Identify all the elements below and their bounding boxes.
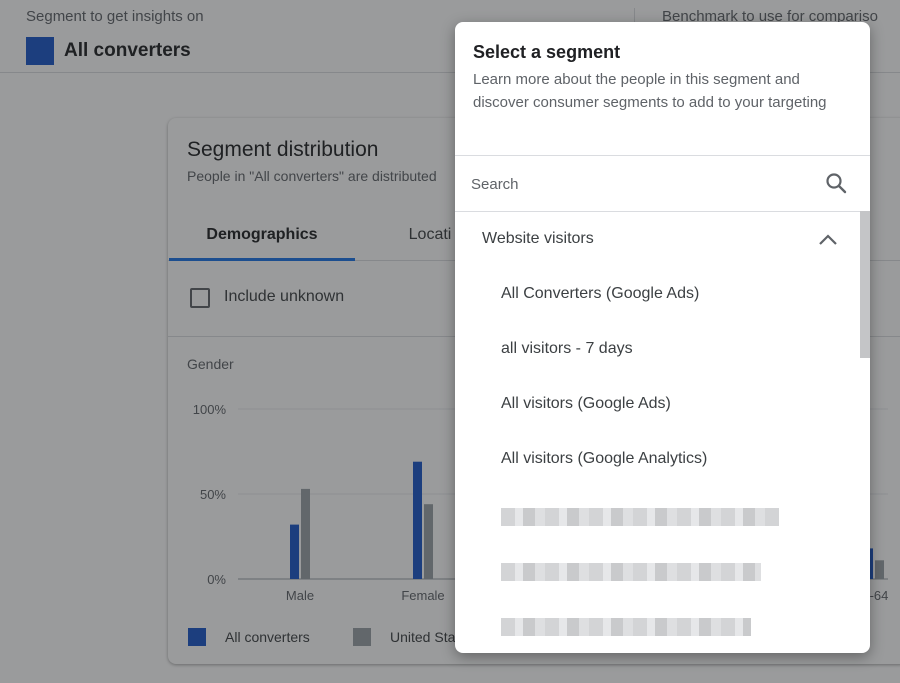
list-item[interactable]: all visitors - 7 days [455, 322, 860, 377]
search-icon[interactable] [824, 171, 848, 195]
segment-search-input[interactable] [469, 166, 813, 202]
list-item[interactable]: All Converters (Google Ads) [455, 267, 860, 322]
redaction-bar [501, 508, 779, 526]
list-item-label: All Converters (Google Ads) [501, 285, 700, 302]
list-item-redacted[interactable] [455, 543, 860, 598]
group-label: Website visitors [482, 230, 594, 247]
list-item-label: All visitors (Google Analytics) [501, 450, 708, 467]
list-item-redacted[interactable] [455, 488, 860, 543]
redaction-bar [501, 618, 751, 636]
segment-list-scrollbar-thumb[interactable] [860, 211, 870, 358]
list-item-redacted[interactable] [455, 598, 860, 653]
segment-list[interactable]: Website visitors All Converters (Google … [455, 211, 870, 653]
list-item-label: All visitors (Google Ads) [501, 395, 671, 412]
dialog-description: Learn more about the people in this segm… [473, 71, 827, 111]
chevron-up-icon[interactable] [816, 228, 840, 252]
list-item-label: all visitors - 7 days [501, 340, 633, 357]
select-segment-dialog: Select a segment Learn more about the pe… [455, 22, 870, 653]
dialog-title: Select a segment [473, 42, 621, 62]
list-item[interactable]: All visitors (Google Analytics) [455, 432, 860, 487]
redaction-bar [501, 563, 761, 581]
list-item[interactable]: All visitors (Google Ads) [455, 377, 860, 432]
segment-search-bar [455, 155, 870, 212]
group-header-website-visitors[interactable]: Website visitors [455, 211, 860, 267]
